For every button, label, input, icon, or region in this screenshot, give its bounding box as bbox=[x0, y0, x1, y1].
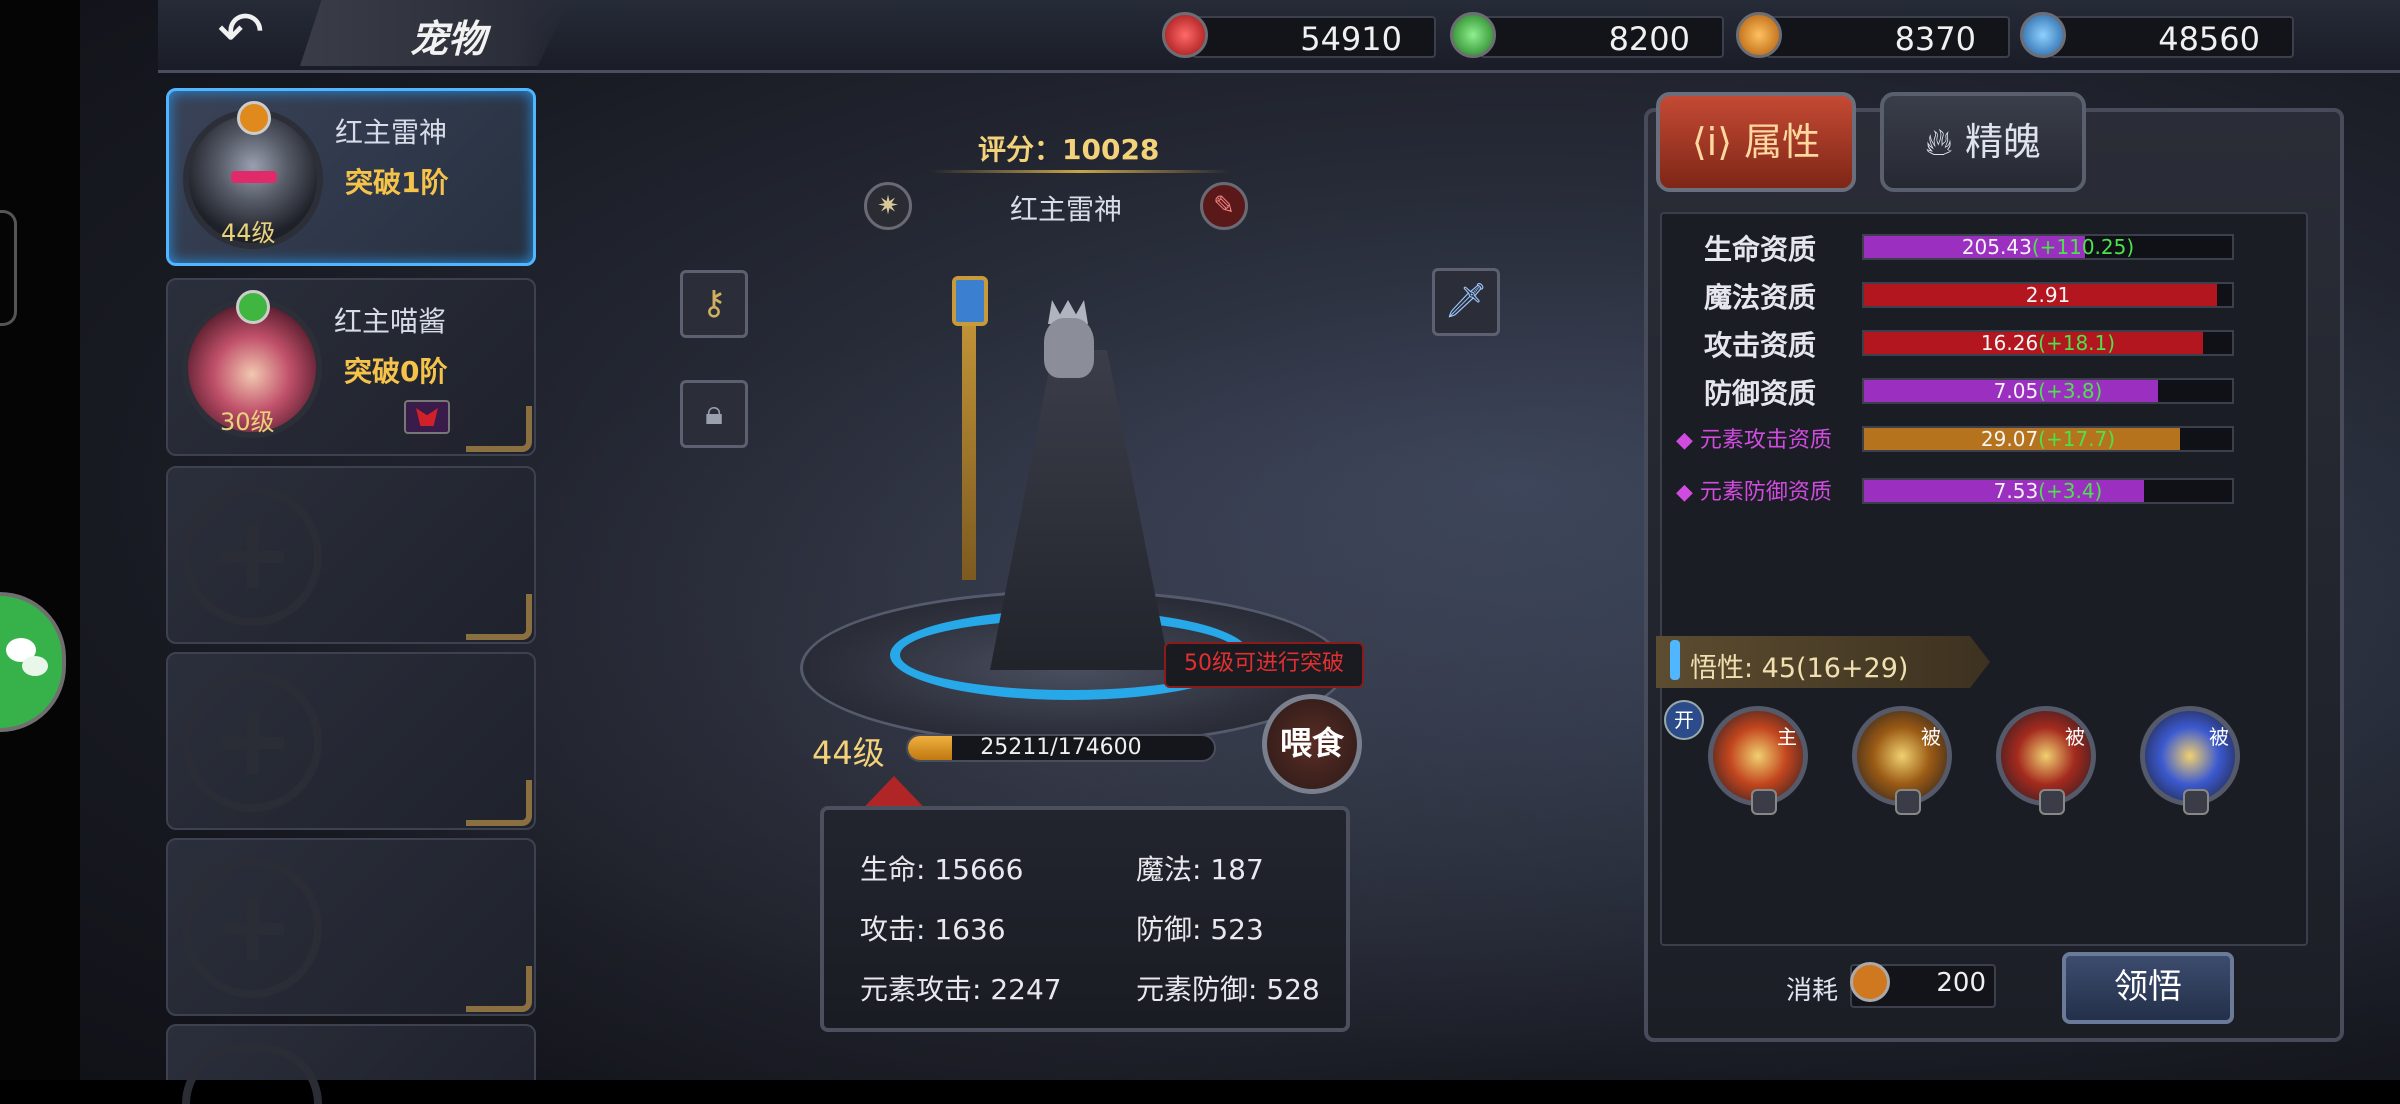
pet-card[interactable]: 30级 红主喵酱 突破0阶 bbox=[166, 278, 536, 456]
pet-card-selected[interactable]: 44级 红主雷神 突破1阶 bbox=[166, 88, 536, 266]
aptitude-label: 防御资质 bbox=[1704, 377, 1817, 410]
skill-type-tag: 被 bbox=[2065, 725, 2085, 749]
red-lightning-skill-icon[interactable]: 被 bbox=[1996, 706, 2096, 815]
lightning-coin-icon bbox=[1850, 962, 1890, 1002]
aptitude-bar: 7.05(+3.8) bbox=[1862, 378, 2234, 404]
aptitude-bar: 2.91 bbox=[1862, 282, 2234, 308]
empty-pet-slot[interactable] bbox=[166, 466, 536, 644]
tab-attributes[interactable]: ⟨i⟩ 属性 bbox=[1656, 92, 1856, 192]
lightning-element-icon bbox=[237, 101, 271, 135]
skill-type-tag: 被 bbox=[1921, 725, 1941, 749]
key-icon[interactable]: ⚷ bbox=[680, 270, 748, 338]
aptitude-label: 攻击资质 bbox=[1704, 329, 1817, 362]
lock-icon bbox=[2039, 789, 2065, 815]
aptitude-label: ◆ 元素攻击资质 bbox=[1676, 428, 1832, 453]
aptitude-value: 7.53(+3.4) bbox=[1993, 479, 2103, 503]
cost-label: 消耗 bbox=[1786, 976, 1839, 1006]
comprehend-button[interactable]: 领悟 bbox=[2062, 952, 2234, 1024]
aptitude-bar: 7.53(+3.4) bbox=[1862, 478, 2234, 504]
pet-level: 30级 bbox=[220, 408, 275, 436]
plus-icon bbox=[222, 712, 284, 774]
stat-element-defense: 元素防御: 528 bbox=[1136, 973, 1320, 1006]
plus-icon bbox=[222, 526, 284, 588]
exp-text: 25211/174600 bbox=[980, 735, 1142, 760]
aptitude-value: 205.43(+110.25) bbox=[1961, 235, 2135, 259]
stat-element-attack: 元素攻击: 2247 bbox=[860, 973, 1062, 1006]
currency-value: 8200 bbox=[1608, 20, 1690, 58]
rename-quill-icon[interactable]: ✎ bbox=[1200, 182, 1248, 230]
pet-model-head bbox=[1044, 318, 1094, 378]
aptitude-value: 2.91 bbox=[2025, 283, 2071, 307]
page-title: 宠物 bbox=[410, 17, 487, 61]
leaf-element-icon bbox=[236, 290, 270, 324]
currency-value: 48560 bbox=[2158, 20, 2260, 58]
pet-breakthrough: 突破1阶 bbox=[345, 166, 449, 199]
lock-icon[interactable]: 🔒︎ bbox=[680, 380, 748, 448]
stat-attack: 攻击: 1636 bbox=[860, 913, 1006, 946]
aptitude-label: ◆ 元素防御资质 bbox=[1676, 480, 1832, 505]
stats-panel: 生命: 15666 魔法: 187 攻击: 1636 防御: 523 元素攻击:… bbox=[820, 806, 1350, 1032]
currency-value: 54910 bbox=[1300, 20, 1402, 58]
chat-bubble-icon-2 bbox=[22, 656, 48, 676]
lightning-fist-skill-icon[interactable]: 主 bbox=[1708, 706, 1808, 815]
feed-button[interactable]: 喂食 bbox=[1262, 694, 1362, 794]
flame-icon: 🔥︎ bbox=[1924, 120, 1953, 164]
back-arrow-icon[interactable]: ↶ bbox=[200, 4, 282, 62]
demon-mask-icon bbox=[404, 400, 450, 434]
blue-crystal-skill-icon[interactable]: 被 bbox=[2140, 706, 2240, 815]
wisdom-text: 悟性: 45(16+29) bbox=[1690, 653, 1909, 684]
stat-mp: 魔法: 187 bbox=[1136, 853, 1264, 886]
pet-name: 红主雷神 bbox=[335, 116, 448, 149]
breakthrough-tip: 50级可进行突破 bbox=[1164, 642, 1364, 688]
card-corner-ornament bbox=[466, 780, 532, 826]
cost-value: 200 bbox=[1936, 968, 1986, 998]
aptitude-label: 魔法资质 bbox=[1704, 281, 1817, 314]
aptitude-label: 生命资质 bbox=[1704, 233, 1817, 266]
skill-type-tag: 被 bbox=[2209, 725, 2229, 749]
aptitude-value: 29.07(+17.7) bbox=[1980, 427, 2116, 451]
exclamation-icon bbox=[1670, 640, 1680, 680]
currency-value: 8370 bbox=[1894, 20, 1976, 58]
info-icon: ⟨i⟩ bbox=[1691, 120, 1733, 164]
aptitude-box bbox=[1660, 212, 2308, 946]
pet-model-staff-head bbox=[952, 276, 988, 326]
empty-pet-slot[interactable] bbox=[166, 838, 536, 1016]
pet-score: 评分：10028 bbox=[978, 133, 1160, 166]
lock-icon bbox=[1751, 789, 1777, 815]
pet-breakthrough: 突破0阶 bbox=[344, 355, 448, 388]
aptitude-value: 16.26(+18.1) bbox=[1980, 331, 2116, 355]
aptitude-bar: 205.43(+110.25) bbox=[1862, 234, 2234, 260]
lock-icon bbox=[1895, 789, 1921, 815]
side-handle[interactable] bbox=[0, 210, 17, 326]
card-corner-ornament bbox=[466, 966, 532, 1012]
score-divider bbox=[930, 170, 1230, 173]
tab-soul[interactable]: 🔥︎ 精魄 bbox=[1880, 92, 2086, 192]
slot-ring bbox=[182, 1044, 322, 1104]
center-pet-name: 红主雷神 bbox=[1010, 193, 1123, 226]
pet-level: 44级 bbox=[221, 219, 276, 247]
plus-icon bbox=[222, 898, 284, 960]
stat-hp: 生命: 15666 bbox=[860, 853, 1024, 886]
aptitude-value: 7.05(+3.8) bbox=[1993, 379, 2103, 403]
pet-model-staff bbox=[962, 290, 976, 580]
pet-level-label: 44级 bbox=[812, 734, 885, 772]
lock-icon bbox=[2183, 789, 2209, 815]
empty-pet-slot[interactable] bbox=[166, 652, 536, 830]
sword-icon[interactable]: 🗡︎ bbox=[1432, 268, 1500, 336]
aptitude-bar: 16.26(+18.1) bbox=[1862, 330, 2234, 356]
golden-burst-skill-icon[interactable]: 被 bbox=[1852, 706, 1952, 815]
aptitude-bar: 29.07(+17.7) bbox=[1862, 426, 2234, 452]
left-black-strip bbox=[0, 0, 80, 1080]
tab-attributes-label: 属性 bbox=[1744, 120, 1821, 164]
tab-soul-label: 精魄 bbox=[1964, 120, 2041, 164]
card-corner-ornament bbox=[466, 594, 532, 640]
pet-name: 红主喵酱 bbox=[334, 305, 447, 338]
empty-pet-slot[interactable] bbox=[166, 1024, 536, 1104]
skills-toggle[interactable]: 开 bbox=[1664, 700, 1704, 740]
skill-type-tag: 主 bbox=[1777, 725, 1797, 749]
card-corner-ornament bbox=[466, 406, 532, 452]
stat-defense: 防御: 523 bbox=[1136, 913, 1264, 946]
star-compass-icon[interactable]: ✷ bbox=[864, 182, 912, 230]
